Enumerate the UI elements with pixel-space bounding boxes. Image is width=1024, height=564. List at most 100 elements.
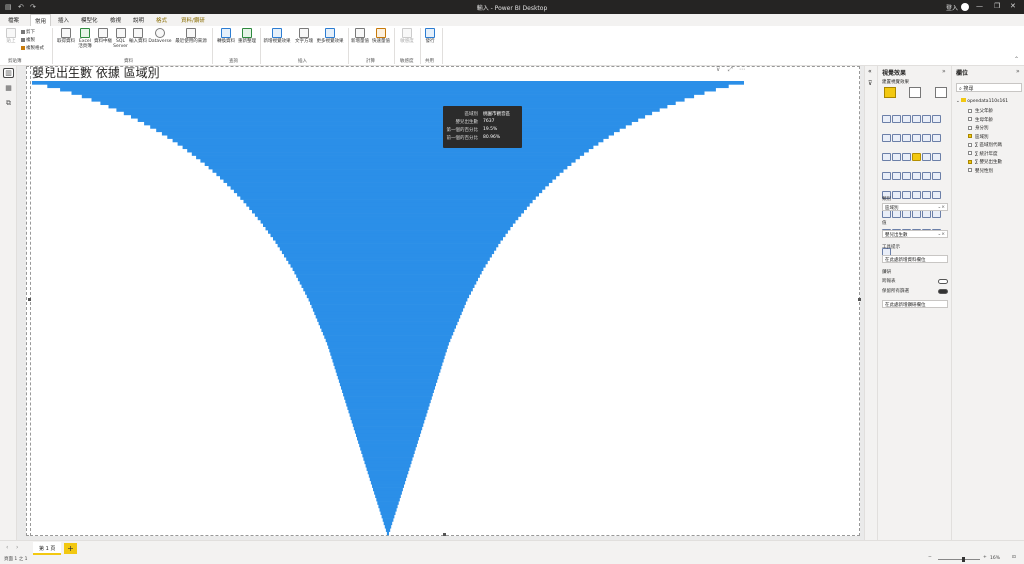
funnel-bar[interactable] <box>346 402 430 407</box>
funnel-bar[interactable] <box>204 162 572 166</box>
funnel-bar[interactable] <box>333 362 443 366</box>
funnel-bar[interactable] <box>372 484 404 488</box>
funnel-bar[interactable] <box>386 531 389 536</box>
funnel-bar[interactable] <box>363 457 413 461</box>
field-item[interactable]: ∑ 統計年度 <box>968 151 997 157</box>
funnel-bar[interactable] <box>268 230 508 234</box>
visual-type-icon[interactable] <box>902 172 911 180</box>
funnel-bar[interactable] <box>116 108 660 112</box>
funnel-bar[interactable] <box>379 507 397 512</box>
funnel-bar[interactable] <box>265 226 511 231</box>
funnel-bar[interactable] <box>353 426 423 431</box>
visual-type-icon[interactable] <box>922 172 931 180</box>
funnel-bar[interactable] <box>310 301 466 305</box>
tab-format[interactable]: 格式 <box>156 16 167 24</box>
funnel-bar[interactable] <box>281 250 495 255</box>
funnel-bar[interactable] <box>358 440 418 444</box>
collapse-fields-icon[interactable]: » <box>1016 68 1020 75</box>
funnel-bar[interactable] <box>345 399 431 404</box>
zoom-slider[interactable] <box>938 559 980 560</box>
visual-type-icon[interactable] <box>882 134 891 142</box>
visual-type-icon[interactable] <box>902 115 911 123</box>
funnel-bar[interactable] <box>249 206 527 211</box>
drill-well[interactable]: 在此處新增鑽研欄位 <box>882 300 948 308</box>
remove-field-icon[interactable]: ⌄× <box>937 232 945 237</box>
field-checkbox[interactable] <box>968 117 972 121</box>
funnel-bar[interactable] <box>196 155 580 160</box>
tab-file[interactable]: 檔案 <box>8 16 19 24</box>
funnel-bar[interactable] <box>336 372 440 377</box>
funnel-bar[interactable] <box>260 219 516 224</box>
funnel-bar[interactable] <box>384 524 392 529</box>
copy-button[interactable]: 複製 <box>21 37 35 43</box>
funnel-bar[interactable] <box>357 436 419 441</box>
visual-type-icon[interactable] <box>932 153 941 161</box>
publish-button[interactable]: 發行 <box>422 28 438 44</box>
funnel-bar[interactable] <box>370 480 406 485</box>
funnel-bar[interactable] <box>341 385 435 390</box>
funnel-bar[interactable] <box>200 158 576 163</box>
funnel-bar[interactable] <box>182 145 594 150</box>
filters-collapsed-rail[interactable]: « ⊽ <box>864 66 877 540</box>
get-data-button[interactable]: 取得資料 <box>56 28 76 44</box>
funnel-bar[interactable] <box>91 97 685 102</box>
funnel-bar[interactable] <box>233 189 543 194</box>
visual-type-icon[interactable] <box>912 134 921 142</box>
funnel-bar[interactable] <box>342 389 434 393</box>
funnel-bar[interactable] <box>32 81 744 85</box>
expand-filters-icon[interactable]: « <box>868 68 872 75</box>
funnel-bar[interactable] <box>279 247 497 251</box>
sql-server-button[interactable]: SQL Server <box>113 28 128 49</box>
new-visual-button[interactable]: 新增視覺效果 <box>262 28 292 44</box>
prev-page-icon[interactable]: ‹ <box>6 544 8 551</box>
funnel-bar[interactable] <box>240 196 536 200</box>
funnel-bar[interactable] <box>364 460 412 465</box>
funnel-bar[interactable] <box>330 352 446 356</box>
visual-type-icon[interactable] <box>882 115 891 123</box>
funnel-bar[interactable] <box>216 172 560 177</box>
build-visual-icon[interactable] <box>884 87 896 98</box>
zoom-in-icon[interactable]: + <box>983 555 987 560</box>
fields-search[interactable]: ⌕ 搜尋 <box>956 83 1022 92</box>
funnel-bar[interactable] <box>327 341 449 346</box>
funnel-bar[interactable] <box>275 240 501 244</box>
tab-help[interactable]: 說明 <box>133 16 144 24</box>
visual-type-icon[interactable] <box>892 134 901 142</box>
model-view-icon[interactable]: ⧉ <box>3 99 14 109</box>
field-checkbox[interactable] <box>968 125 972 130</box>
table-node[interactable]: ⌄ opendata110s161 <box>956 98 1008 104</box>
funnel-bar[interactable] <box>315 314 461 319</box>
remove-field-icon[interactable]: ⌄× <box>937 205 945 210</box>
funnel-bar[interactable] <box>325 338 451 343</box>
keep-filters-toggle[interactable] <box>938 289 948 294</box>
funnel-bar[interactable] <box>270 233 506 238</box>
funnel-bar[interactable] <box>296 274 480 278</box>
theme-toggle[interactable] <box>961 3 969 11</box>
visual-type-icon[interactable] <box>892 210 901 218</box>
visual-type-icon[interactable] <box>932 115 941 123</box>
funnel-bar[interactable] <box>382 518 394 522</box>
funnel-bar[interactable] <box>60 87 716 92</box>
fit-page-icon[interactable]: ⊡ <box>1012 555 1016 560</box>
visual-type-icon[interactable] <box>902 153 911 161</box>
funnel-bar[interactable] <box>263 223 513 227</box>
funnel-bar[interactable] <box>254 213 522 217</box>
funnel-bar[interactable] <box>297 277 478 282</box>
visual-type-icon[interactable] <box>922 210 931 218</box>
field-checkbox[interactable] <box>968 134 972 138</box>
funnel-bar[interactable] <box>123 111 653 116</box>
cut-button[interactable]: 剪下 <box>21 29 35 35</box>
field-item[interactable]: 身分別 <box>968 125 989 131</box>
visual-type-icon[interactable] <box>932 172 941 180</box>
funnel-bar[interactable] <box>369 477 407 482</box>
more-visuals-button[interactable]: 更多視覺效果 <box>315 28 345 44</box>
funnel-bar[interactable] <box>332 358 444 363</box>
funnel-bar[interactable] <box>338 379 438 383</box>
paste-button[interactable]: 貼上 <box>4 28 18 44</box>
field-item[interactable]: 生母年齡 <box>968 117 993 123</box>
transform-data-button[interactable]: 轉換資料 <box>215 28 237 44</box>
visual-type-icon[interactable] <box>902 210 911 218</box>
funnel-bar[interactable] <box>71 91 705 95</box>
tab-modeling[interactable]: 模型化 <box>81 16 98 24</box>
format-visual-icon[interactable] <box>909 87 921 98</box>
